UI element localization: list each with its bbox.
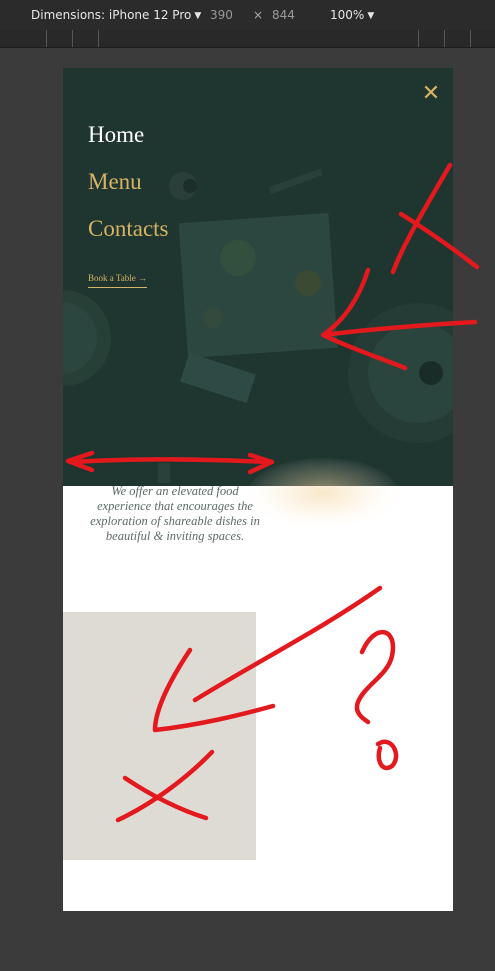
nav-item-menu[interactable]: Menu [88, 167, 169, 214]
nav-item-home[interactable]: Home [88, 120, 169, 167]
zoom-label: 100% [330, 8, 365, 22]
close-icon: ✕ [421, 81, 441, 106]
ruler-tick [72, 30, 73, 47]
device-toolbar: Dimensions: iPhone 12 Pro ▼ 390 × 844 100… [0, 0, 495, 31]
height-input[interactable]: 844 [272, 8, 295, 22]
main-nav: Home Menu Contacts [88, 120, 169, 261]
times-symbol: × [253, 8, 264, 22]
device-label: Dimensions: iPhone 12 Pro [31, 8, 192, 22]
ruler-tick [470, 30, 471, 47]
ruler-tick [418, 30, 419, 47]
light-glow [248, 458, 398, 528]
ruler-tick [46, 30, 47, 47]
ruler-tick [98, 30, 99, 47]
menu-overlay: ✕ Home Menu Contacts Book a Table → [63, 68, 453, 486]
device-select[interactable]: Dimensions: iPhone 12 Pro ▼ [31, 8, 201, 22]
caret-down-icon: ▼ [194, 11, 202, 21]
zoom-select[interactable]: 100% ▼ [330, 8, 374, 22]
width-input[interactable]: 390 [210, 8, 233, 22]
book-table-link[interactable]: Book a Table → [88, 273, 147, 288]
media-query-ruler [0, 30, 495, 48]
caret-down-icon: ▼ [367, 11, 375, 21]
device-viewport: ✕ Home Menu Contacts Book a Table → We o… [63, 68, 453, 911]
tagline-text: We offer an elevated food experience tha… [90, 484, 260, 543]
image-placeholder [63, 612, 256, 860]
ruler-tick [444, 30, 445, 47]
nav-item-contacts[interactable]: Contacts [88, 214, 169, 261]
close-menu-button[interactable]: ✕ [419, 82, 443, 106]
